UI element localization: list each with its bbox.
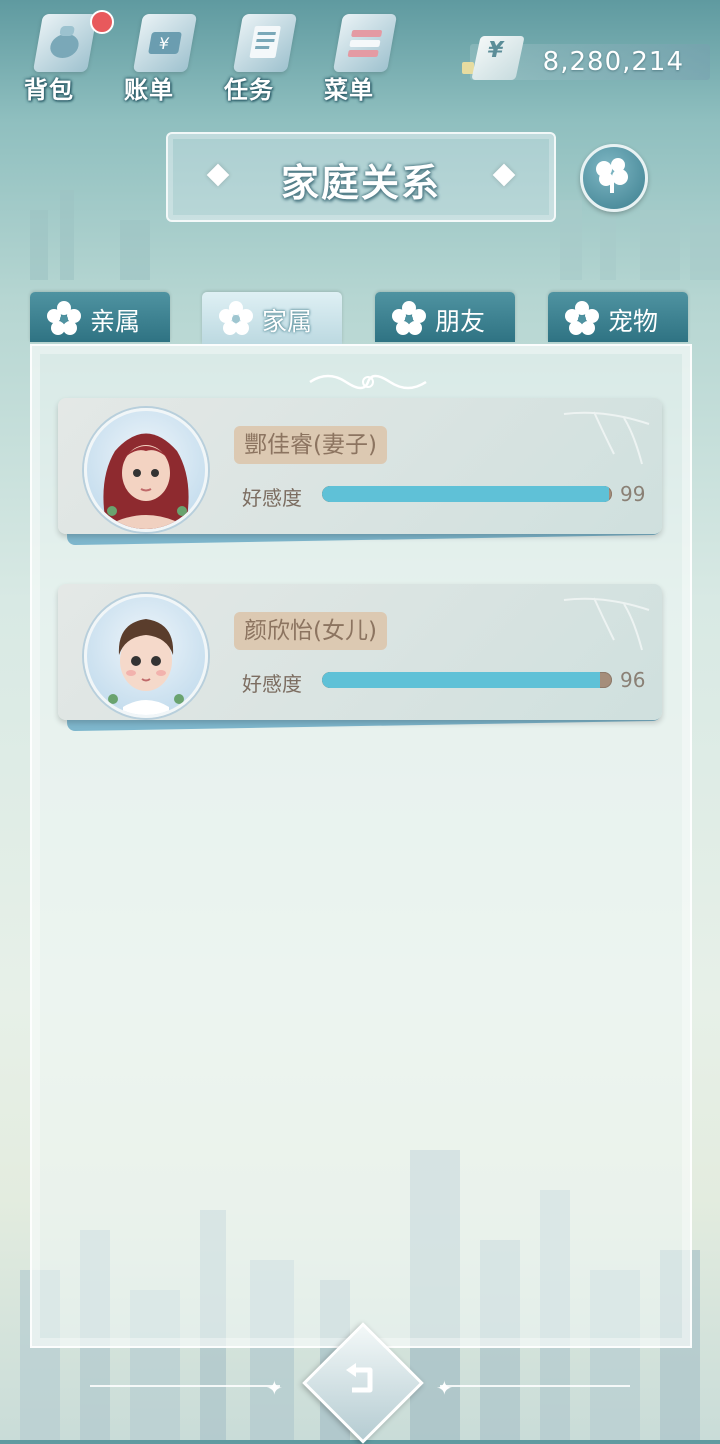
card-body: 酆佳睿(妻子) 好感度 99 xyxy=(58,398,662,534)
tab-friends[interactable]: 朋友 xyxy=(375,292,515,342)
page-title: 家庭关系 xyxy=(280,161,441,205)
tab-family[interactable]: 家属 xyxy=(202,292,342,344)
notification-badge xyxy=(90,10,114,34)
affinity-label: 好感度 xyxy=(242,672,302,696)
family-list-panel: 酆佳睿(妻子) 好感度 99 颜欣怡(女儿) 好感度 96 xyxy=(30,344,692,1348)
flower-icon xyxy=(219,301,253,335)
currency-display: ¥ 8,280,214 xyxy=(462,36,710,80)
nav-label: 菜单 xyxy=(324,76,374,104)
avatar xyxy=(84,594,208,718)
nav-backpack-button[interactable]: 背包 xyxy=(20,8,114,104)
bill-icon: ¥ xyxy=(132,14,198,72)
sparkle-icon: ✦ xyxy=(436,1376,453,1400)
scroll-ornament xyxy=(309,374,427,390)
family-tree-icon xyxy=(596,158,628,193)
affinity-fill xyxy=(322,672,601,688)
affinity-fill xyxy=(322,486,610,502)
back-arrow-icon xyxy=(346,1363,373,1393)
affinity-value: 99 xyxy=(620,482,646,506)
flower-icon xyxy=(565,301,599,335)
tab-label: 亲属 xyxy=(90,307,141,336)
backpack-icon xyxy=(32,14,98,72)
yen-icon: ¥ xyxy=(471,36,525,80)
tab-label: 家属 xyxy=(262,307,313,336)
member-name-tag: 酆佳睿(妻子) xyxy=(234,426,387,464)
nav-label: 背包 xyxy=(24,76,74,104)
affinity-bar xyxy=(322,672,612,688)
family-tree-button[interactable] xyxy=(580,144,648,212)
affinity-bar xyxy=(322,486,612,502)
relationship-tabs: 亲属 家属 朋友 宠物 xyxy=(30,292,690,344)
affinity-label: 好感度 xyxy=(242,486,302,510)
affinity-value: 96 xyxy=(620,668,646,692)
flower-icon xyxy=(47,301,81,335)
leaf-ornament xyxy=(563,597,650,651)
page-title-banner: 家庭关系 xyxy=(166,132,556,222)
currency-amount: 8,280,214 xyxy=(542,47,684,77)
tab-relatives[interactable]: 亲属 xyxy=(30,292,170,342)
menu-icon xyxy=(332,14,398,72)
divider-right xyxy=(440,1385,630,1387)
nav-menu-button[interactable]: 菜单 xyxy=(320,8,400,104)
nav-task-button[interactable]: 任务 xyxy=(220,8,300,104)
tab-label: 朋友 xyxy=(435,307,486,336)
nav-label: 任务 xyxy=(224,76,274,104)
nav-bill-button[interactable]: ¥ 账单 xyxy=(120,8,200,104)
top-nav: 背包 ¥ 账单 任务 菜单 xyxy=(20,8,400,104)
family-member-card[interactable]: 酆佳睿(妻子) 好感度 99 xyxy=(58,398,662,546)
nav-label: 账单 xyxy=(124,76,174,104)
family-member-card[interactable]: 颜欣怡(女儿) 好感度 96 xyxy=(58,584,662,732)
divider-left xyxy=(90,1385,280,1387)
tab-pets[interactable]: 宠物 xyxy=(548,292,688,342)
avatar xyxy=(84,408,208,532)
flower-icon xyxy=(392,301,426,335)
sparkle-icon: ✦ xyxy=(266,1376,283,1400)
tab-label: 宠物 xyxy=(608,307,659,336)
leaf-ornament xyxy=(563,411,650,465)
member-name-tag: 颜欣怡(女儿) xyxy=(234,612,387,650)
task-icon xyxy=(232,14,298,72)
card-body: 颜欣怡(女儿) 好感度 96 xyxy=(58,584,662,720)
